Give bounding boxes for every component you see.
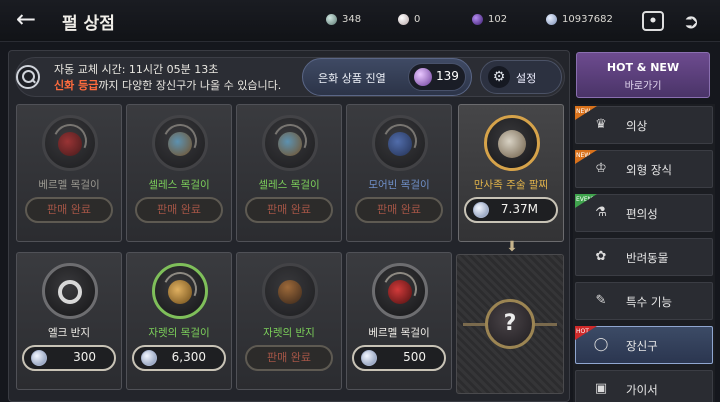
item-name: 엘크 반지 [48, 327, 90, 339]
currency-silver: 10937682 [546, 11, 613, 27]
item-name: 베르멜 목걸이 [38, 179, 100, 191]
buy-button[interactable]: 300 [22, 345, 116, 371]
crown-icon: ♔ [595, 161, 607, 176]
shop-item[interactable]: 모어빈 목걸이 판매 완료 [346, 104, 452, 242]
back-arrow-icon[interactable]: ← [10, 6, 42, 34]
armor-icon: ♛ [595, 117, 607, 132]
item-name: 자렛의 목걸이 [148, 327, 210, 339]
item-name: 자렛의 반지 [263, 327, 315, 339]
currency-silver-coin: 348 [326, 11, 361, 27]
shop-description: 신화 등급까지 다양한 장신구가 나올 수 있습니다. [54, 79, 282, 92]
pearl-icon [398, 13, 409, 25]
sold-out-label: 판매 완료 [245, 197, 333, 223]
sold-out-label: 판매 완료 [355, 197, 443, 223]
question-icon: ? [485, 299, 535, 349]
hot-new-button[interactable]: HOT & NEW 바로가기 [576, 52, 710, 98]
bracelet-icon [484, 115, 540, 171]
necklace-icon [42, 115, 98, 171]
category-sidebar: NEW ♛ 의상 NEW ♔ 외형 장식 EVENT ⚗ 편의성 ✿ 반려동물 … [573, 104, 715, 402]
scroll-icon: ✎ [595, 293, 607, 308]
silver-display-label: 은화 상품 진열 [318, 72, 386, 85]
hot-new-shortcut: 바로가기 [624, 81, 662, 92]
sidebar-item-more[interactable]: ▣ 가이서 [575, 370, 713, 402]
sidebar-item-special[interactable]: ✎ 특수 기능 [575, 282, 713, 320]
ring-icon: ◯ [593, 337, 609, 352]
refresh-timer: 자동 교체 시간: 11시간 05분 13초 [54, 63, 219, 76]
shop-item[interactable]: 베르멜 목걸이 판매 완료 [16, 104, 122, 242]
necklace-icon [262, 115, 318, 171]
grade-highlight: 신화 등급 [54, 79, 99, 92]
hot-new-title: HOT & NEW [606, 61, 680, 74]
sidebar-item-pet[interactable]: ✿ 반려동물 [575, 238, 713, 276]
shop-item[interactable]: 엘크 반지 300 [16, 252, 122, 390]
ring-icon [262, 263, 318, 319]
sidebar-item-costume[interactable]: NEW ♛ 의상 [575, 106, 713, 144]
shop-item[interactable]: 셀레스 목걸이 판매 완료 [236, 104, 342, 242]
potion-icon: ⚗ [595, 205, 607, 220]
box-icon: ▣ [594, 381, 608, 396]
buy-button[interactable]: 500 [352, 345, 446, 371]
search-icon[interactable] [16, 65, 40, 89]
shop-item[interactable]: 베르멜 목걸이 500 [346, 252, 452, 390]
sold-out-label: 판매 완료 [135, 197, 223, 223]
page-title: 펄 상점 [62, 14, 115, 34]
necklace-icon [152, 263, 208, 319]
silver-icon [31, 350, 47, 366]
item-name: 셀레스 목걸이 [148, 179, 210, 191]
paw-icon: ✿ [595, 249, 607, 264]
currency-pearl: 0 [398, 11, 420, 27]
silver-count: 139 [436, 69, 459, 83]
silver-coin-icon [326, 13, 337, 25]
sidebar-item-convenience[interactable]: EVENT ⚗ 편의성 [575, 194, 713, 232]
buy-button[interactable]: 7.37M [464, 197, 558, 223]
sold-out-label: 판매 완료 [245, 345, 333, 371]
shop-item[interactable]: 자렛의 목걸이 6,300 [126, 252, 232, 390]
silver-icon [546, 13, 557, 25]
item-name: 베르멜 목걸이 [368, 327, 430, 339]
sold-out-label: 판매 완료 [25, 197, 113, 223]
shop-item[interactable]: 셀레스 목걸이 판매 완료 [126, 104, 232, 242]
necklace-icon [372, 263, 428, 319]
top-bar: ← 펄 상점 348 0 102 10937682 ⚫ ➲ [0, 0, 720, 42]
necklace-icon [372, 115, 428, 171]
buy-button[interactable]: 6,300 [132, 345, 226, 371]
gear-icon: ⚙ [488, 66, 510, 88]
purple-gem-icon [472, 13, 483, 25]
sidebar-item-accessory[interactable]: HOT ◯ 장신구 [575, 326, 713, 364]
mystery-item-slot[interactable]: ? [456, 254, 564, 394]
item-name: 모어빈 목걸이 [368, 179, 430, 191]
silver-icon [141, 350, 157, 366]
silver-icon [361, 350, 377, 366]
silver-token-icon [414, 68, 432, 86]
shop-item[interactable]: 만사족 주술 팔찌 7.37M [458, 104, 564, 242]
item-name: 만사족 주술 팔찌 [473, 179, 549, 191]
exit-icon[interactable]: ➲ [678, 8, 704, 34]
silver-icon [473, 202, 489, 218]
currency-purple-gem: 102 [472, 11, 507, 27]
storage-icon[interactable]: ⚫ [642, 11, 664, 31]
ring-icon [42, 263, 98, 319]
sidebar-item-appearance[interactable]: NEW ♔ 외형 장식 [575, 150, 713, 188]
settings-label: 설정 [516, 72, 537, 85]
necklace-icon [152, 115, 208, 171]
item-name: 셀레스 목걸이 [258, 179, 320, 191]
shop-item[interactable]: 자렛의 반지 판매 완료 [236, 252, 342, 390]
